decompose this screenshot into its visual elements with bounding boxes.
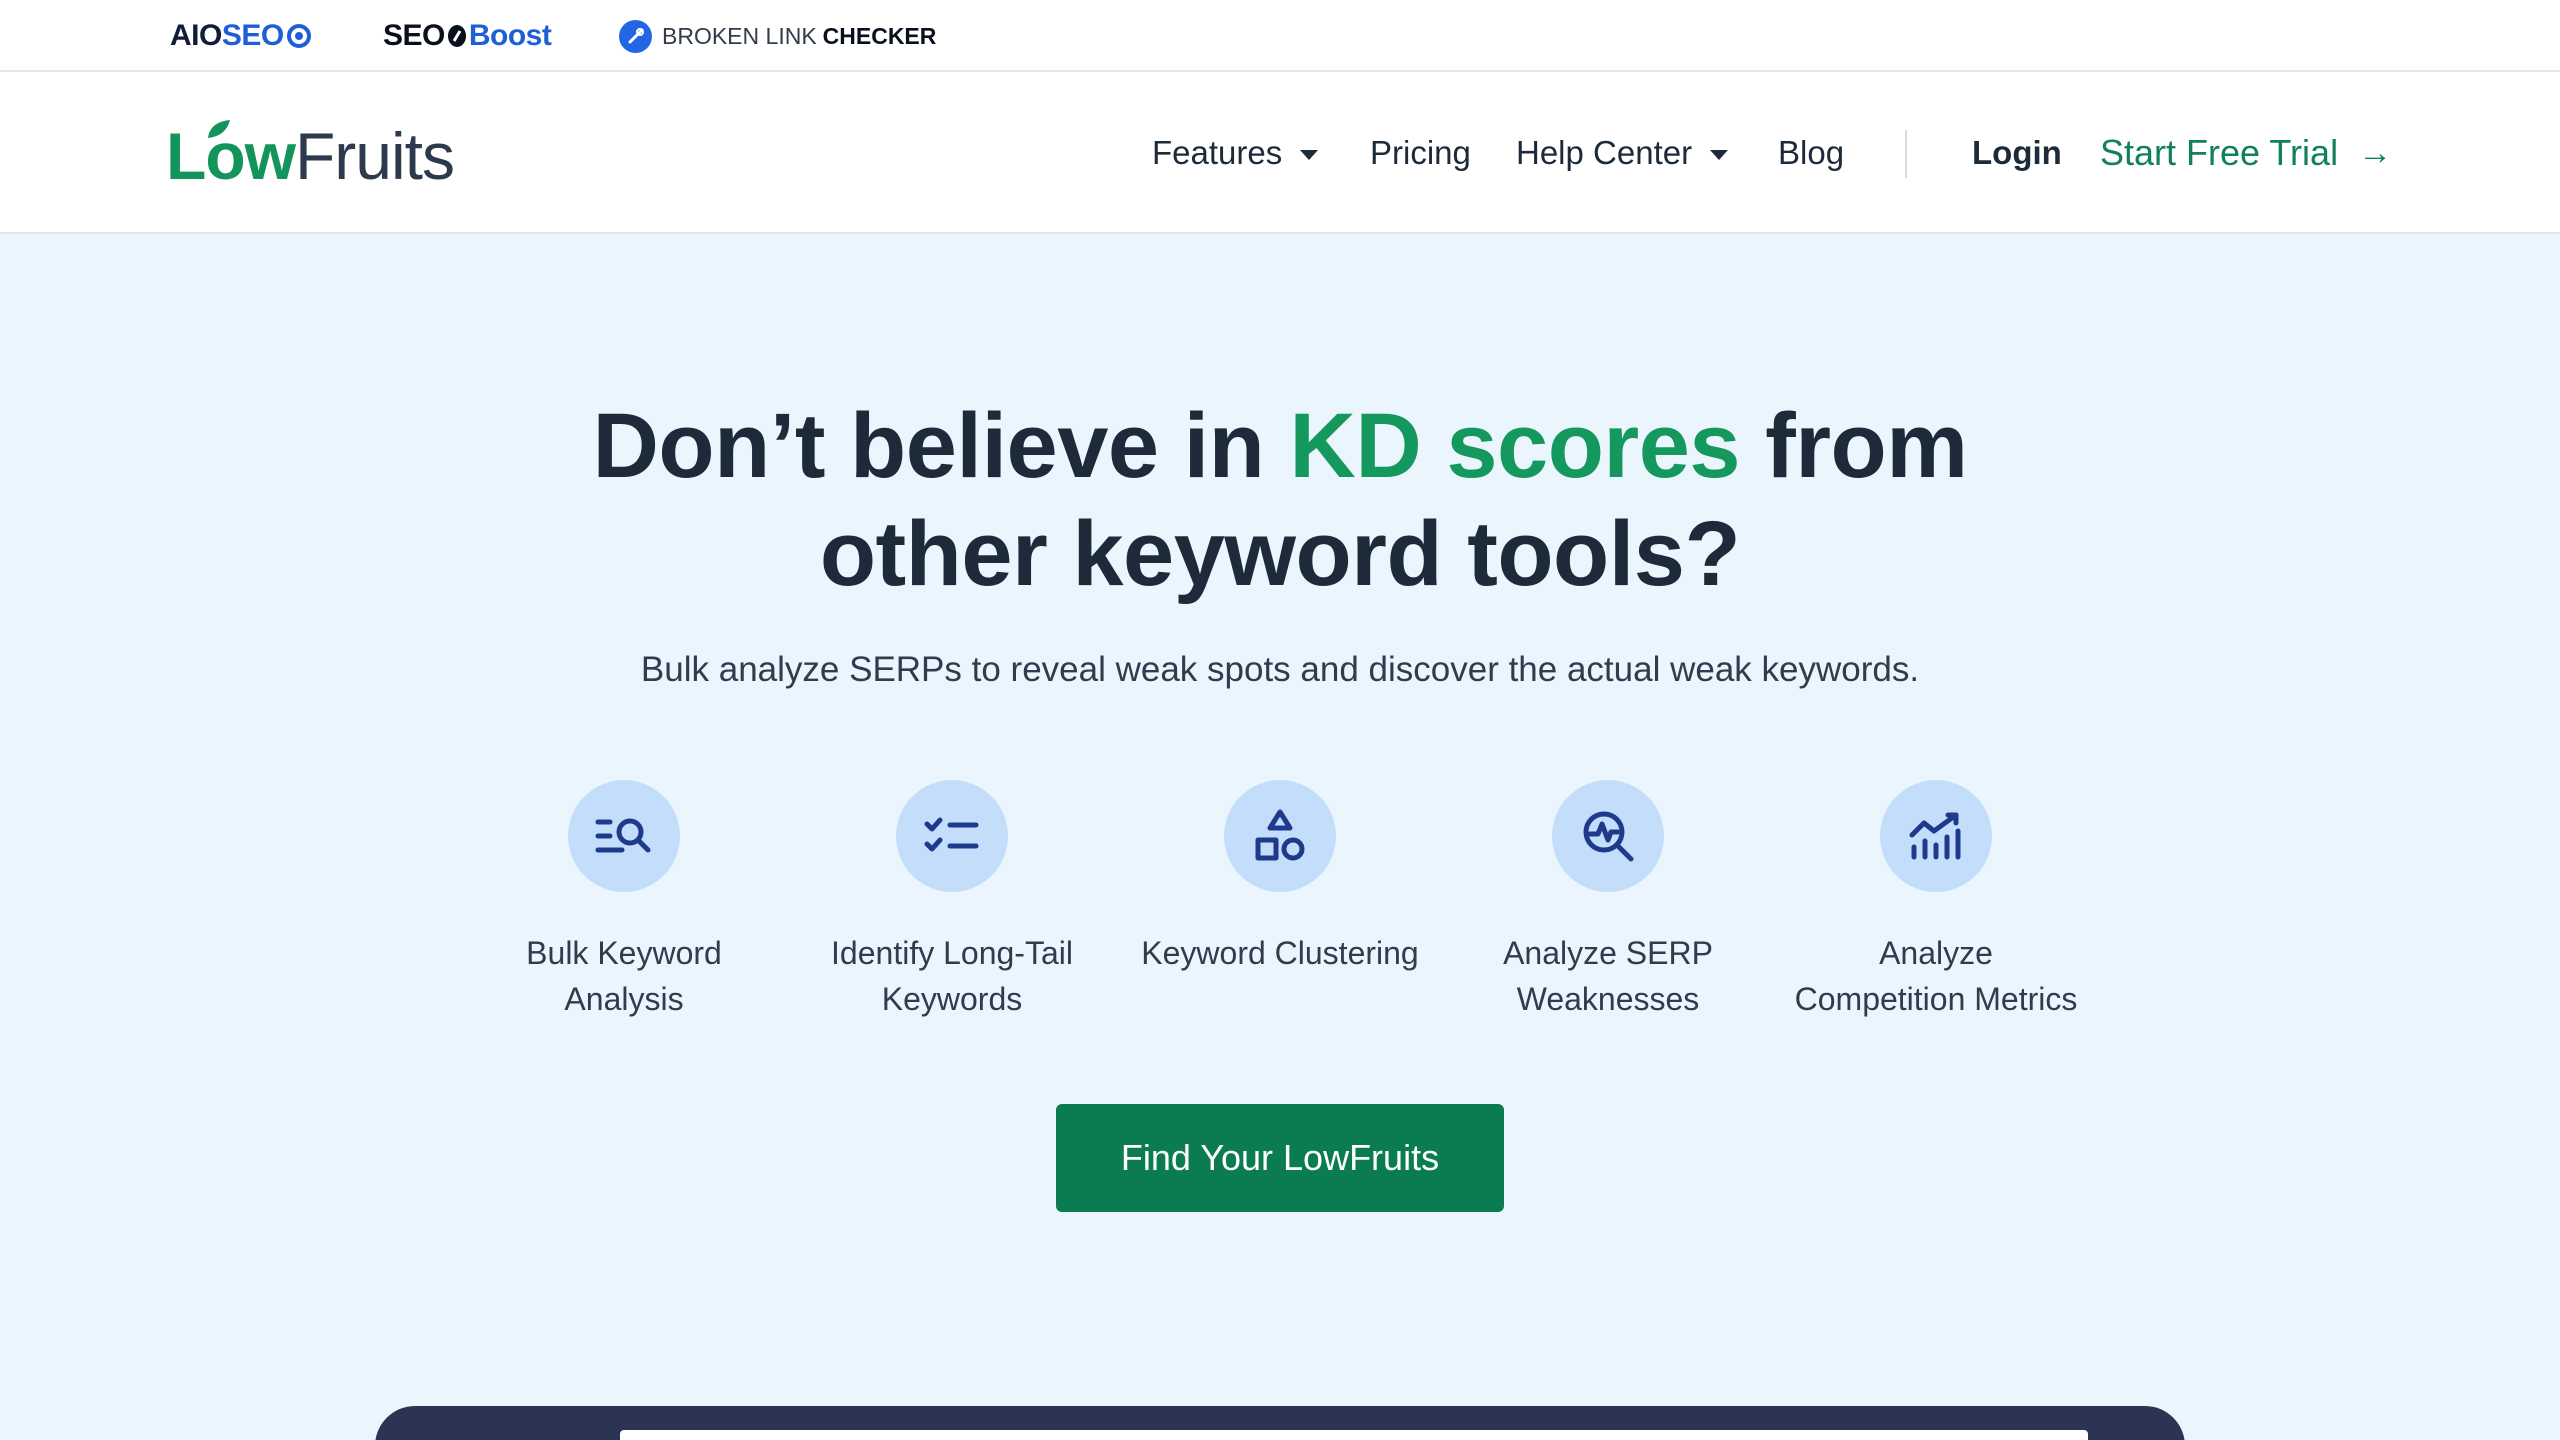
feature-identify-long-tail-keywords: Identify Long-Tail Keywords [802, 780, 1102, 1022]
brand-name-part: AIO [170, 19, 222, 52]
checklist-icon [924, 817, 979, 852]
feature-analyze-serp-weaknesses: Analyze SERP Weaknesses [1458, 780, 1758, 1022]
feature-icon-circle [568, 780, 680, 892]
brand-bar: AIO SEO SEO Boost BROKEN LINK CHECKER [0, 0, 2560, 72]
nav-pricing[interactable]: Pricing [1370, 72, 1471, 234]
feature-bulk-keyword-analysis: Bulk Keyword Analysis [474, 780, 774, 1022]
hero-subtitle: Bulk analyze SERPs to reveal weak spots … [640, 650, 1920, 689]
feature-label-line: Competition Metrics [1794, 981, 2078, 1017]
brand-link-broken-link-checker[interactable]: BROKEN LINK CHECKER [619, 0, 936, 72]
search-pulse-icon [1583, 811, 1634, 862]
login-label: Login [1972, 134, 2062, 171]
feature-label: Keyword Clustering [1130, 930, 1430, 976]
brand-name-part: SEO [383, 19, 445, 52]
chart-trend-icon [1909, 812, 1961, 860]
feature-label: Bulk Keyword Analysis [474, 930, 774, 1022]
start-free-trial-button[interactable]: Start Free Trial → [2100, 72, 2392, 234]
nav-help-center-label: Help Center [1516, 134, 1693, 171]
chevron-down-icon [1710, 150, 1729, 160]
feature-label-line: Keywords [881, 981, 1023, 1017]
hero-title-line2: other keyword tools? [819, 503, 1741, 605]
brand-name-part: SEO [221, 19, 284, 52]
list-search-icon [595, 818, 651, 853]
chevron-down-icon [1300, 150, 1319, 160]
feature-label-line: Bulk Keyword [526, 935, 722, 971]
nav-help-center[interactable]: Help Center [1516, 72, 1729, 234]
feature-analyze-competition-metrics: Analyze Competition Metrics [1786, 780, 2086, 1022]
feature-label-line: Weaknesses [1516, 981, 1700, 1017]
feature-label: Analyze SERP Weaknesses [1458, 930, 1758, 1022]
fruit-leaf-icon [208, 120, 230, 138]
feature-label-line: Analysis [564, 981, 684, 1017]
brand-link-seoboost[interactable]: SEO Boost [383, 0, 552, 72]
rocket-icon [447, 25, 466, 47]
feature-label-line: Analyze [1879, 935, 1993, 971]
shapes-icon [1255, 809, 1305, 861]
feature-icon-circle [1224, 780, 1336, 892]
feature-label: Analyze Competition Metrics [1786, 930, 2086, 1022]
brand-name-part: BROKEN LINK [662, 22, 817, 49]
start-free-trial-label: Start Free Trial [2100, 132, 2339, 173]
feature-icon-circle [1552, 780, 1664, 892]
hero-title: Don’t believe in KD scores from other ke… [0, 392, 2560, 608]
nav-blog[interactable]: Blog [1778, 72, 1844, 234]
login-link[interactable]: Login [1972, 72, 2062, 234]
feature-icon-circle [1880, 780, 1992, 892]
feature-label-line: Analyze SERP [1503, 935, 1713, 971]
feature-label: Identify Long-Tail Keywords [802, 930, 1102, 1022]
brand-name-part: CHECKER [822, 22, 937, 49]
hero-title-pre: Don’t believe in [592, 395, 1290, 497]
logo-text-part: Fruits [294, 119, 455, 193]
feature-label-line: Keyword Clustering [1141, 935, 1419, 971]
app-preview-screen [620, 1430, 2088, 1440]
brand-name-part: Boost [468, 19, 552, 52]
arrow-right-icon: → [2358, 133, 2393, 172]
feature-keyword-clustering: Keyword Clustering [1130, 780, 1430, 976]
find-your-lowfruits-button[interactable]: Find Your LowFruits [1056, 1104, 1504, 1212]
nav-blog-label: Blog [1778, 134, 1845, 171]
nav-divider [1905, 130, 1907, 178]
brand-link-aioseo[interactable]: AIO SEO [170, 0, 312, 72]
feature-icon-circle [896, 780, 1008, 892]
gear-icon [286, 24, 311, 48]
link-icon [619, 19, 652, 53]
nav-features-label: Features [1152, 134, 1283, 171]
nav-features[interactable]: Features [1152, 72, 1319, 234]
hero-title-highlight: KD scores [1289, 395, 1741, 497]
nav-pricing-label: Pricing [1370, 134, 1471, 171]
hero-title-post: from [1740, 395, 1968, 497]
feature-label-line: Identify Long-Tail [831, 935, 1073, 971]
main-navbar: Low Fruits Features Pricing Help Center B… [0, 72, 2560, 234]
